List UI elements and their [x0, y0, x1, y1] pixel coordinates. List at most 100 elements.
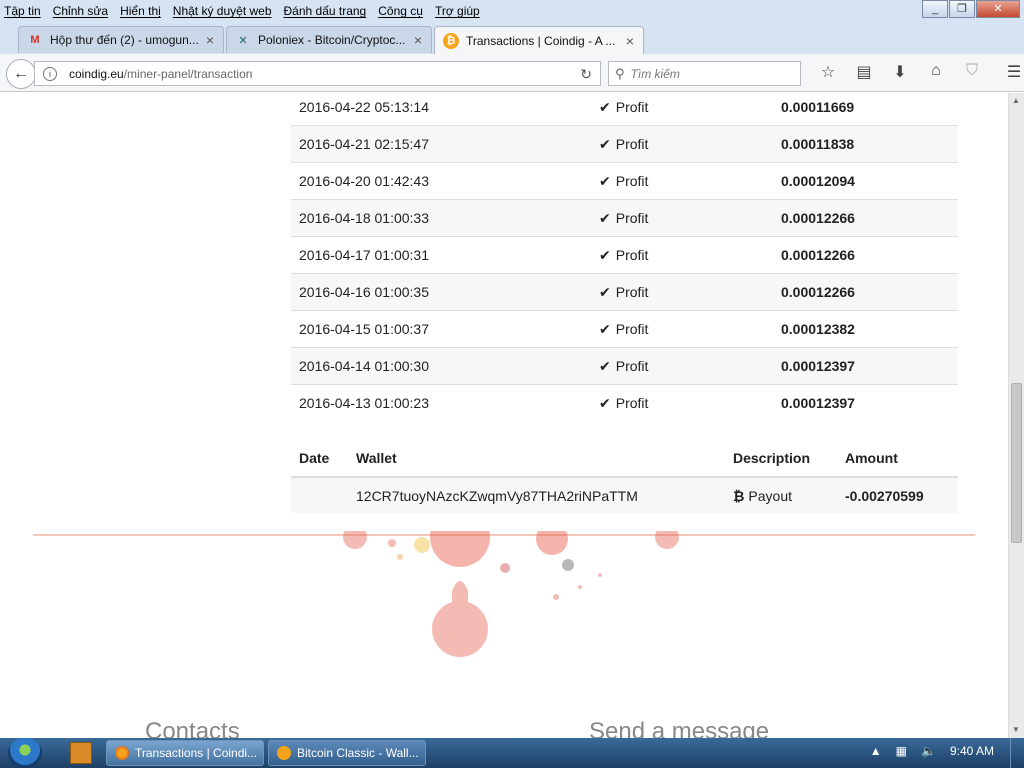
- contacts-heading: Contacts: [145, 718, 240, 738]
- profit-table: 2016-04-22 05:13:14 ✔ Profit 0.00011669 2016…: [291, 93, 958, 422]
- row-type: Profit: [615, 394, 649, 411]
- row-amount: 0.00011838: [773, 125, 958, 163]
- row-date: 2016-04-18 01:00:33: [291, 199, 591, 237]
- payout-description: Payout: [748, 487, 793, 504]
- table-row: 2016-04-18 01:00:33 ✔ Profit 0.00012266: [291, 199, 958, 237]
- checkmark-icon: ✔: [599, 172, 611, 189]
- taskbar-item-label: Bitcoin Classic - Wall...: [297, 746, 419, 760]
- tab-label: Hộp thư đến (2) - umogun...: [50, 33, 199, 47]
- payout-wallet: 12CR7tuoyNAzcKZwqmVy87THA2riNPaTTM: [348, 477, 725, 513]
- system-tray: ▲ ▦ 🔈 9:40 AM: [856, 744, 994, 758]
- row-amount: 0.00012094: [773, 162, 958, 200]
- tab-label: Poloniex - Bitcoin/Cryptoc...: [258, 33, 406, 47]
- checkmark-icon: ✔: [599, 209, 611, 226]
- menu-file[interactable]: Tập tin: [4, 4, 41, 18]
- close-tab-icon[interactable]: ×: [411, 32, 425, 48]
- decorative-bubbles-icon: [343, 531, 679, 657]
- volume-icon[interactable]: 🔈: [921, 744, 936, 758]
- row-date: 2016-04-13 01:00:23: [291, 384, 591, 422]
- page-viewport: 2016-04-22 05:13:14 ✔ Profit 0.00011669 2016…: [0, 93, 1008, 738]
- tab-gmail[interactable]: M Hộp thư đến (2) - umogun... ×: [18, 26, 224, 53]
- scrollbar-thumb[interactable]: [1011, 383, 1022, 543]
- row-date: 2016-04-20 01:42:43: [291, 162, 591, 200]
- table-row: 2016-04-20 01:42:43 ✔ Profit 0.00012094: [291, 162, 958, 200]
- row-amount: 0.00012382: [773, 310, 958, 348]
- address-bar[interactable]: i coindig.eu/miner-panel/transaction ↻: [34, 61, 601, 86]
- bookmark-star-icon[interactable]: ☆: [810, 62, 846, 82]
- checkmark-icon: ✔: [599, 98, 611, 115]
- tab-poloniex[interactable]: ✕ Poloniex - Bitcoin/Cryptoc... ×: [226, 26, 432, 53]
- poloniex-icon: ✕: [238, 34, 248, 47]
- search-placeholder: Tìm kiếm: [630, 66, 680, 81]
- profit-table-body: 2016-04-22 05:13:14 ✔ Profit 0.00011669 2016…: [291, 93, 958, 422]
- checkmark-icon: ✔: [599, 320, 611, 337]
- clock[interactable]: 9:40 AM: [950, 744, 994, 758]
- checkmark-icon: ✔: [599, 135, 611, 152]
- taskbar-item-firefox[interactable]: Transactions | Coindi...: [106, 740, 264, 766]
- row-type: Profit: [615, 246, 649, 263]
- header-amount: Amount: [837, 439, 958, 478]
- tab-bar: M Hộp thư đến (2) - umogun... × ✕ Poloni…: [0, 22, 1024, 70]
- shield-icon[interactable]: ⛉: [954, 62, 990, 82]
- close-tab-icon[interactable]: ×: [623, 33, 637, 49]
- row-type-cell: ✔ Profit: [591, 347, 773, 385]
- reading-list-icon[interactable]: ▤: [846, 62, 882, 82]
- table-row: 2016-04-16 01:00:35 ✔ Profit 0.00012266: [291, 273, 958, 311]
- scroll-down-icon[interactable]: ▼: [1012, 725, 1020, 734]
- row-type: Profit: [615, 320, 649, 337]
- row-type-cell: ✔ Profit: [591, 236, 773, 274]
- row-type-cell: ✔ Profit: [591, 93, 773, 126]
- checkmark-icon: ✔: [599, 246, 611, 263]
- row-type: Profit: [615, 209, 649, 226]
- row-type-cell: ✔ Profit: [591, 162, 773, 200]
- row-date: 2016-04-22 05:13:14: [291, 93, 591, 126]
- menu-history[interactable]: Nhật ký duyệt web: [173, 4, 272, 18]
- table-row: 2016-04-15 01:00:37 ✔ Profit 0.00012382: [291, 310, 958, 348]
- minimize-button[interactable]: _: [922, 0, 948, 18]
- bitcoin-icon: [277, 746, 291, 760]
- menu-bookmarks[interactable]: Đánh dấu trang: [284, 4, 367, 18]
- close-window-button[interactable]: ✕: [976, 0, 1020, 18]
- menu-help[interactable]: Trợ giúp: [435, 4, 480, 18]
- back-arrow-icon[interactable]: ←: [6, 59, 36, 89]
- toolbar-icons: ☆ ▤ ⬇ ⌂ ⛉ ☰: [810, 62, 1024, 82]
- row-type: Profit: [615, 135, 649, 152]
- tray-expand-icon[interactable]: ▲: [870, 744, 882, 758]
- network-icon[interactable]: ▦: [896, 744, 907, 758]
- menu-tools[interactable]: Công cụ: [378, 4, 423, 18]
- row-amount: 0.00012266: [773, 199, 958, 237]
- tab-transactions[interactable]: ₿ Transactions | Coindig - A ... ×: [434, 26, 644, 54]
- table-row: 2016-04-22 05:13:14 ✔ Profit 0.00011669: [291, 93, 958, 126]
- download-icon[interactable]: ⬇: [882, 62, 918, 82]
- table-row: 2016-04-17 01:00:31 ✔ Profit 0.00012266: [291, 236, 958, 274]
- row-date: 2016-04-14 01:00:30: [291, 347, 591, 385]
- close-tab-icon[interactable]: ×: [203, 32, 217, 48]
- media-player-icon[interactable]: [70, 742, 92, 764]
- url-path: /miner-panel/transaction: [123, 66, 253, 81]
- row-date: 2016-04-15 01:00:37: [291, 310, 591, 348]
- send-message-heading: Send a message: [589, 718, 770, 738]
- maximize-button[interactable]: ❐: [949, 0, 975, 18]
- menu-edit[interactable]: Chỉnh sửa: [53, 4, 108, 18]
- hamburger-menu-icon[interactable]: ☰: [996, 62, 1024, 82]
- home-icon[interactable]: ⌂: [918, 62, 954, 82]
- table-row: 2016-04-13 01:00:23 ✔ Profit 0.00012397: [291, 384, 958, 422]
- info-icon[interactable]: i: [43, 66, 57, 81]
- url-host: coindig.eu: [69, 66, 124, 81]
- reload-icon[interactable]: ↻: [580, 66, 592, 83]
- checkmark-icon: ✔: [599, 394, 611, 411]
- search-input[interactable]: ⚲ Tìm kiếm: [608, 61, 801, 86]
- row-amount: 0.00011669: [773, 93, 958, 126]
- row-type-cell: ✔ Profit: [591, 310, 773, 348]
- navigation-bar: ← i coindig.eu/miner-panel/transaction ↻…: [0, 54, 1024, 92]
- start-button[interactable]: [8, 738, 42, 768]
- row-type: Profit: [615, 172, 649, 189]
- row-type-cell: ✔ Profit: [591, 273, 773, 311]
- row-amount: 0.00012397: [773, 347, 958, 385]
- row-type: Profit: [615, 98, 649, 115]
- show-desktop-button[interactable]: [1010, 738, 1024, 768]
- scroll-up-icon[interactable]: ▲: [1012, 96, 1020, 105]
- menu-view[interactable]: Hiển thị: [120, 4, 161, 18]
- vertical-scrollbar[interactable]: ▲ ▼: [1008, 93, 1024, 738]
- taskbar-item-bitcoin-wallet[interactable]: Bitcoin Classic - Wall...: [268, 740, 426, 766]
